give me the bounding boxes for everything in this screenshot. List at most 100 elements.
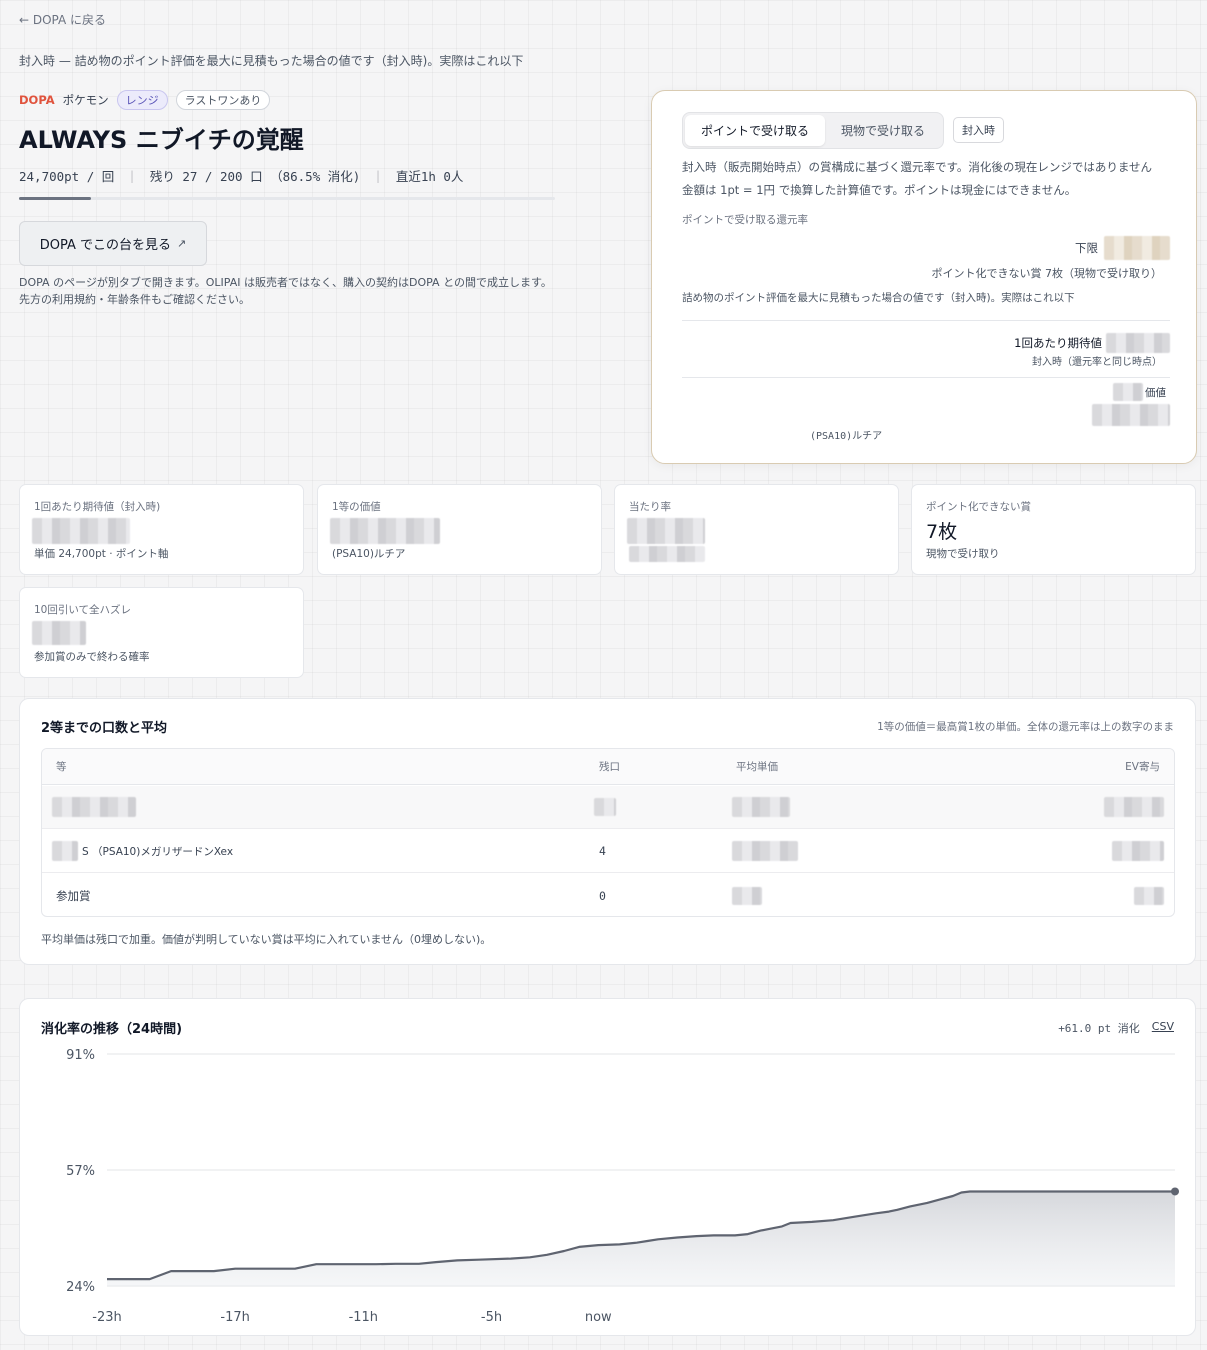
- consumption-chart-card: 消化率の推移（24時間) +61.0 pt 消化 CSV 91% 57% 24% -2…: [19, 998, 1196, 1336]
- metric-sub: 参加賞のみで終わる確率: [34, 651, 150, 663]
- metric-value-redacted: [627, 518, 705, 544]
- x-tick-label: now: [585, 1310, 612, 1325]
- per-draw-ev-value-redacted: [1106, 333, 1170, 353]
- prize-table-footnote: 平均単価は残口で加重。価値が判明していない賞は平均に入れていません（0埋めしない…: [41, 933, 492, 946]
- divider: [682, 377, 1170, 378]
- view-button-label: DOPA でこの台を見る: [39, 238, 172, 253]
- top-prize-name: (PSA10)ルチア: [810, 431, 883, 442]
- top-note: 封入時 — 詰め物のポイント評価を最大に見積もった場合の値です（封入時)。実際は…: [19, 54, 524, 68]
- tag-chip-lastone: ラストワンあり: [175, 90, 271, 110]
- lower-bound-value-redacted: [1104, 236, 1170, 260]
- stats-divider: |: [374, 168, 382, 183]
- avg-price-redacted: [732, 841, 798, 861]
- metric-label: ポイント化できない賞: [926, 501, 1031, 513]
- remaining-count: 4: [599, 844, 606, 858]
- recent-activity: 直近1h 0人: [395, 169, 464, 184]
- ev-contribution-redacted: [1134, 886, 1164, 905]
- metric-value-redacted: [32, 621, 86, 645]
- top-prize-value-redacted-box: [1092, 404, 1170, 426]
- expected-value-panel: ポイントで受け取る 現物で受け取る 封入時 封入時（販売開始時点）の賞構成に基づ…: [651, 90, 1197, 464]
- series-area: [107, 1191, 1175, 1286]
- ev-conversion-note: 金額は 1pt = 1円 で換算した計算値です。ポイントは現金にはできません。: [682, 183, 1077, 197]
- product-meta: DOPA ポケモン レンジ ラストワンあり: [19, 90, 271, 110]
- y-tick-label: 24%: [66, 1280, 95, 1295]
- per-draw-ev-label: 1回あたり期待値: [1014, 336, 1102, 350]
- table-row: S （PSA10)メガリザードンXex 4: [42, 830, 1174, 873]
- ev-contribution-redacted: [1104, 797, 1164, 817]
- metric-sub: (PSA10)ルチア: [332, 548, 406, 560]
- page-title: ALWAYS ニブイチの覚醒: [19, 126, 304, 154]
- metric-label: 10回引いて全ハズレ: [34, 604, 132, 616]
- table-row: [42, 786, 1174, 829]
- brand-label: DOPA: [19, 93, 55, 107]
- series-end-point: [1171, 1187, 1179, 1196]
- tab-points[interactable]: ポイントで受け取る: [685, 115, 826, 146]
- metric-card-hit-rate: 当たり率: [614, 484, 899, 575]
- per-draw-ev-sub: 封入時（還元率と同じ時点）: [1032, 357, 1162, 368]
- prize-table-title: 2等までの口数と平均: [41, 721, 168, 736]
- metric-label: 当たり率: [629, 501, 671, 513]
- remaining-redacted: [594, 798, 616, 816]
- metric-sub: 単価 24,700pt · ポイント軸: [34, 548, 169, 560]
- top-prize-value-row: 価値: [1113, 383, 1166, 401]
- metric-sub: 現物で受け取り: [926, 548, 1000, 560]
- x-tick-label: -17h: [220, 1310, 249, 1325]
- y-tick-label: 57%: [66, 1164, 95, 1179]
- prize-rank-redacted: [52, 841, 78, 861]
- divider: [682, 320, 1170, 321]
- back-link[interactable]: ← DOPA に戻る: [19, 11, 106, 28]
- top-prize-rank-redacted: [1113, 383, 1143, 401]
- metric-card-non-point: ポイント化できない賞 7枚 現物で受け取り: [911, 484, 1196, 575]
- y-tick-label: 91%: [66, 1048, 95, 1063]
- x-tick-label: -5h: [481, 1310, 502, 1325]
- external-disclaimer: DOPA のページが別タブで開きます。OLIPAI は販売者ではなく、購入の契約…: [19, 276, 552, 306]
- per-draw-ev-row: 1回あたり期待値: [1014, 333, 1170, 353]
- return-rate-label: ポイントで受け取る還元率: [682, 214, 808, 226]
- ev-description: 封入時（販売開始時点）の賞構成に基づく還元率です。消化後の現在レンジではありませ…: [682, 160, 1152, 174]
- metric-value-redacted: [330, 518, 440, 544]
- genre-label: ポケモン: [62, 93, 109, 107]
- ev-estimate-note: 詰め物のポイント評価を最大に見積もった場合の値です（封入時)。実際はこれ以下: [682, 292, 1075, 304]
- prize-name-redacted: [52, 797, 136, 817]
- progress-fill: [19, 197, 92, 200]
- time-basis-chip[interactable]: 封入時: [953, 117, 1004, 143]
- col-ev-contribution: EV寄与: [1125, 761, 1160, 773]
- price-per-draw: 24,700pt / 回: [19, 169, 115, 184]
- tab-physical[interactable]: 現物で受け取る: [825, 115, 941, 146]
- metric-card-all-miss: 10回引いて全ハズレ 参加賞のみで終わる確率: [19, 587, 304, 678]
- x-tick-label: -11h: [349, 1310, 378, 1325]
- remaining-progress-bar: [19, 197, 555, 200]
- metric-label: 1等の価値: [332, 501, 381, 513]
- ev-contribution-redacted: [1112, 841, 1164, 861]
- metric-label: 1回あたり期待値（封入時): [34, 501, 161, 513]
- remaining-count: 0: [599, 888, 606, 903]
- prize-table: 等 残口 平均単価 EV寄与 S （PSA10)メガリザードンXex 4 参加賞…: [41, 748, 1175, 917]
- col-remaining: 残口: [599, 761, 620, 773]
- lower-bound-row: 下限: [1075, 236, 1170, 260]
- view-on-dopa-button[interactable]: DOPA でこの台を見る ↗: [19, 221, 207, 266]
- tag-chip-range: レンジ: [116, 90, 168, 110]
- prize-name: 参加賞: [56, 888, 91, 903]
- stats-divider: |: [128, 168, 136, 183]
- receive-mode-tabs: ポイントで受け取る 現物で受け取る: [682, 112, 945, 149]
- top-prize-value-redacted: [1092, 404, 1170, 426]
- metric-card-ev: 1回あたり期待値（封入時) 単価 24,700pt · ポイント軸: [19, 484, 304, 575]
- lower-bound-label: 下限: [1075, 241, 1098, 255]
- table-header-row: 等 残口 平均単価 EV寄与: [42, 749, 1174, 785]
- remaining-count: 残り 27 / 200 口 （86.5% 消化): [149, 169, 361, 184]
- table-row: 参加賞 0: [42, 874, 1174, 916]
- top-prize-value-label: 価値: [1145, 386, 1166, 399]
- metric-value-redacted: [32, 518, 130, 544]
- prize-name: S （PSA10)メガリザードンXex: [82, 845, 234, 858]
- external-link-icon: ↗: [177, 237, 187, 250]
- col-avg-price: 平均単価: [736, 761, 778, 773]
- avg-price-redacted: [732, 886, 762, 905]
- col-rank: 等: [56, 761, 67, 773]
- metric-card-top-prize: 1等の価値 (PSA10)ルチア: [317, 484, 602, 575]
- metric-value: 7枚: [926, 521, 958, 543]
- x-tick-label: -23h: [92, 1310, 121, 1325]
- product-stats: 24,700pt / 回 | 残り 27 / 200 口 （86.5% 消化) …: [19, 166, 463, 185]
- prize-table-note: 1等の価値＝最高賞1枚の単価。全体の還元率は上の数字のまま: [877, 721, 1174, 733]
- consumption-line-chart: 91% 57% 24% -23h -17h -11h -5h now: [66, 1048, 1179, 1325]
- avg-price-redacted: [732, 797, 790, 817]
